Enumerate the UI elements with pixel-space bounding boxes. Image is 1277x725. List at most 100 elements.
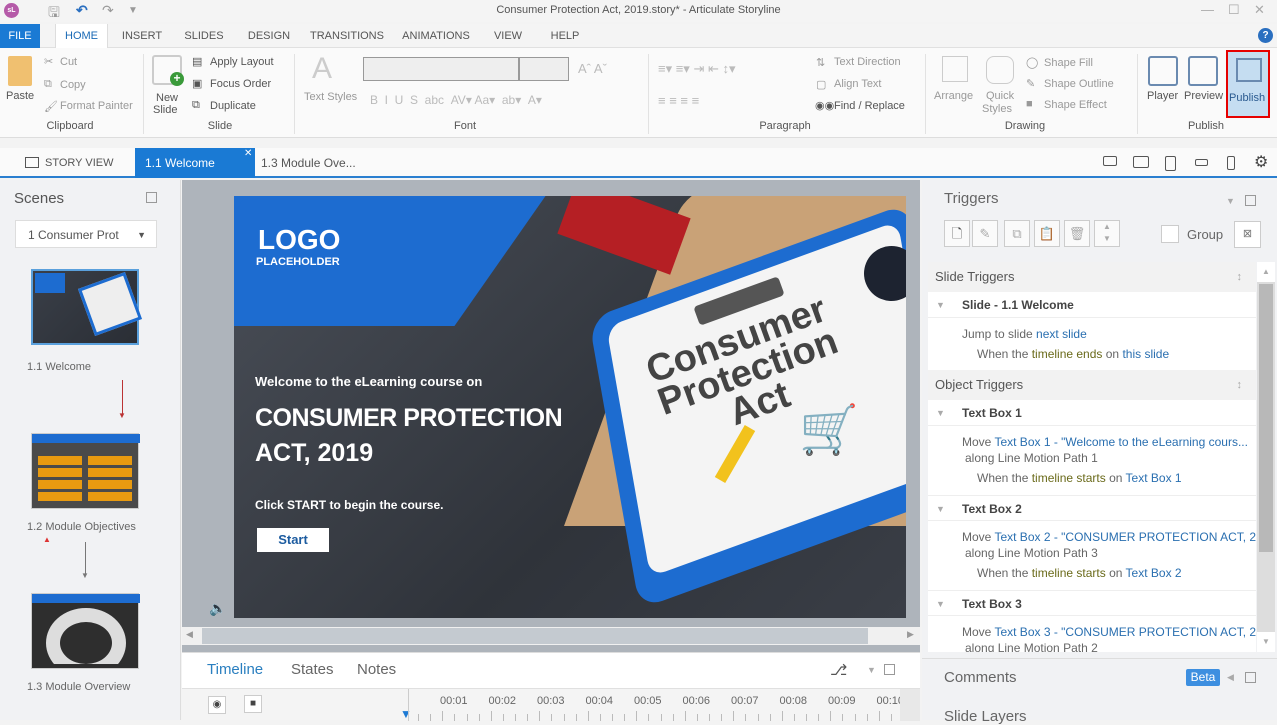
maximize-button[interactable]: ☐ [1228, 2, 1240, 18]
collapse-icon[interactable]: ↕ [1237, 370, 1243, 400]
quick-styles-label-1[interactable]: Quick [986, 90, 1014, 102]
tab-slides[interactable]: SLIDES [180, 24, 228, 48]
tab-slide-module-overview[interactable]: 1.3 Module Ove... [261, 148, 356, 178]
paste-icon[interactable] [8, 56, 32, 86]
new-slide-label-2[interactable]: Slide [153, 104, 177, 116]
course-title-line-1[interactable]: CONSUMER PROTECTION [255, 404, 563, 433]
duplicate-button[interactable]: Duplicate [210, 100, 256, 112]
font-format-icons[interactable]: B I U S abc AV▾ Aa▾ ab▾ A▾ [370, 93, 542, 107]
tab-animations[interactable]: ANIMATIONS [398, 24, 474, 48]
scrollbar-thumb[interactable] [202, 628, 868, 644]
trigger-group-text-box-2[interactable]: ▼ Text Box 2 [928, 495, 1256, 521]
delete-trigger-button[interactable]: 🗑 [1064, 220, 1090, 247]
timeline-vscroll[interactable] [900, 689, 920, 721]
copy-button[interactable]: Copy [60, 79, 86, 91]
tab-slide-welcome[interactable]: 1.1 Welcome [135, 148, 255, 178]
trigger-condition[interactable]: When the timeline starts on Text Box 1 [977, 471, 1182, 485]
chevron-down-icon[interactable]: ▼ [867, 665, 876, 675]
trigger-action[interactable]: Move Text Box 1 - "Welcome to the eLearn… [962, 435, 1248, 449]
undock-icon[interactable] [884, 664, 895, 675]
trigger-link[interactable]: Text Box 1 - "Welcome to the eLearning c… [994, 435, 1248, 449]
preview-button[interactable]: Preview [1184, 90, 1223, 102]
tab-insert[interactable]: INSERT [118, 24, 166, 48]
cut-button[interactable]: Cut [60, 56, 77, 68]
text-styles-button[interactable]: Text Styles [304, 91, 357, 103]
tab-states[interactable]: States [291, 661, 334, 678]
chevron-down-icon[interactable]: ▼ [1226, 196, 1235, 206]
help-icon[interactable]: ? [1258, 28, 1273, 43]
undock-icon[interactable] [1245, 195, 1256, 206]
player-button[interactable]: Player [1147, 90, 1178, 102]
text-direction-button[interactable]: Text Direction [834, 56, 901, 68]
intro-text[interactable]: Welcome to the eLearning course on [255, 374, 482, 389]
comments-panel-header[interactable]: Comments ◀ [922, 658, 1277, 698]
slide-thumbnail-welcome[interactable] [31, 269, 143, 345]
collapse-left-icon[interactable]: ◀ [1227, 672, 1234, 683]
paste-trigger-button[interactable]: 📋 [1034, 220, 1060, 247]
undock-icon[interactable] [146, 192, 157, 203]
list-icons[interactable]: ≡▾ ≡▾ ⇥ ⇤ ↕▾ [658, 61, 735, 77]
move-trigger-button[interactable]: ▲ ▼ [1094, 220, 1120, 247]
speaker-icon[interactable]: 🔈 [209, 600, 226, 617]
copy-trigger-button[interactable]: ⧉ [1004, 220, 1030, 247]
edit-trigger-button[interactable]: ✎ [972, 220, 998, 247]
trigger-condition[interactable]: When the timeline ends on this slide [977, 347, 1169, 361]
collapse-arrow-icon[interactable]: ▼ [936, 400, 945, 426]
trigger-condition[interactable]: When the timeline starts on Text Box 2 [977, 566, 1182, 580]
trigger-group-text-box-3[interactable]: ▼ Text Box 3 [928, 590, 1256, 616]
minimize-button[interactable]: — [1201, 2, 1214, 17]
font-size-dropdown[interactable] [519, 57, 569, 81]
collapse-arrow-icon[interactable]: ▼ [936, 292, 945, 318]
publish-button[interactable]: Publish [1226, 50, 1270, 118]
tab-home[interactable]: HOME [55, 24, 108, 48]
tab-design[interactable]: DESIGN [242, 24, 296, 48]
scroll-left-icon[interactable]: ◀ [186, 629, 193, 640]
trigger-link[interactable]: Text Box 3 - "CONSUMER PROTECTION ACT, 2… [994, 625, 1256, 639]
close-tab-icon[interactable]: ✕ [244, 148, 252, 159]
tab-timeline[interactable]: Timeline [207, 661, 263, 678]
trigger-object-link[interactable]: Text Box 2 [1126, 566, 1182, 580]
lock-icon[interactable]: ■ [244, 695, 262, 713]
playhead-icon[interactable]: ▼ [400, 707, 412, 721]
trigger-group-slide[interactable]: ▼ Slide - 1.1 Welcome [928, 292, 1256, 318]
tab-file[interactable]: FILE [0, 24, 40, 48]
scroll-up-icon[interactable]: ▲ [1257, 262, 1275, 282]
section-slide-triggers[interactable]: Slide Triggers ↕ [928, 262, 1256, 292]
collapse-arrow-icon[interactable]: ▼ [936, 591, 945, 617]
font-name-dropdown[interactable] [363, 57, 519, 81]
paste-button[interactable]: Paste [6, 90, 34, 102]
slide-thumbnail-overview[interactable] [31, 593, 140, 669]
focus-order-button[interactable]: Focus Order [210, 78, 271, 90]
trigger-object-link[interactable]: Text Box 1 [1126, 471, 1182, 485]
phone-landscape-icon[interactable] [1195, 159, 1208, 166]
gear-icon[interactable]: ⚙ [1254, 152, 1268, 172]
tab-transitions[interactable]: TRANSITIONS [308, 24, 386, 48]
trigger-action[interactable]: Jump to slide next slide [962, 327, 1087, 341]
format-painter-button[interactable]: Format Painter [60, 100, 133, 112]
trigger-object-link[interactable]: this slide [1122, 347, 1169, 361]
group-checkbox[interactable] [1161, 225, 1179, 243]
tab-story-view[interactable]: STORY VIEW [45, 148, 113, 178]
quick-styles-label-2[interactable]: Styles [982, 103, 1012, 115]
trigger-event-link[interactable]: timeline starts [1032, 566, 1106, 580]
align-icons[interactable]: ≡ ≡ ≡ ≡ [658, 93, 699, 108]
cue-point-icon[interactable]: ⎇ [830, 661, 847, 679]
trigger-group-text-box-1[interactable]: ▼ Text Box 1 [928, 400, 1256, 426]
new-slide-label-1[interactable]: New [156, 92, 178, 104]
trigger-link[interactable]: Text Box 2 - "CONSUMER PROTECTION ACT, 2… [994, 530, 1256, 544]
apply-layout-button[interactable]: Apply Layout [210, 56, 274, 68]
scene-dropdown[interactable]: 1 Consumer Prot ▼ [15, 220, 157, 248]
trigger-action[interactable]: Move Text Box 2 - "CONSUMER PROTECTION A… [962, 530, 1256, 544]
align-text-button[interactable]: Align Text [834, 78, 882, 90]
shape-outline-button[interactable]: Shape Outline [1044, 78, 1114, 90]
collapse-icon[interactable]: ↕ [1237, 262, 1243, 292]
grow-font-icon[interactable]: Aˆ Aˇ [578, 61, 607, 76]
laptop-icon[interactable] [1103, 156, 1117, 166]
tablet-landscape-icon[interactable] [1133, 156, 1149, 168]
close-button[interactable]: ✕ [1254, 2, 1265, 18]
find-replace-button[interactable]: Find / Replace [834, 100, 905, 112]
shape-fill-button[interactable]: Shape Fill [1044, 57, 1093, 69]
scroll-down-icon[interactable]: ▼ [1257, 632, 1275, 652]
variables-button[interactable]: ⊠ [1234, 221, 1261, 248]
arrange-button[interactable]: Arrange [934, 90, 973, 102]
